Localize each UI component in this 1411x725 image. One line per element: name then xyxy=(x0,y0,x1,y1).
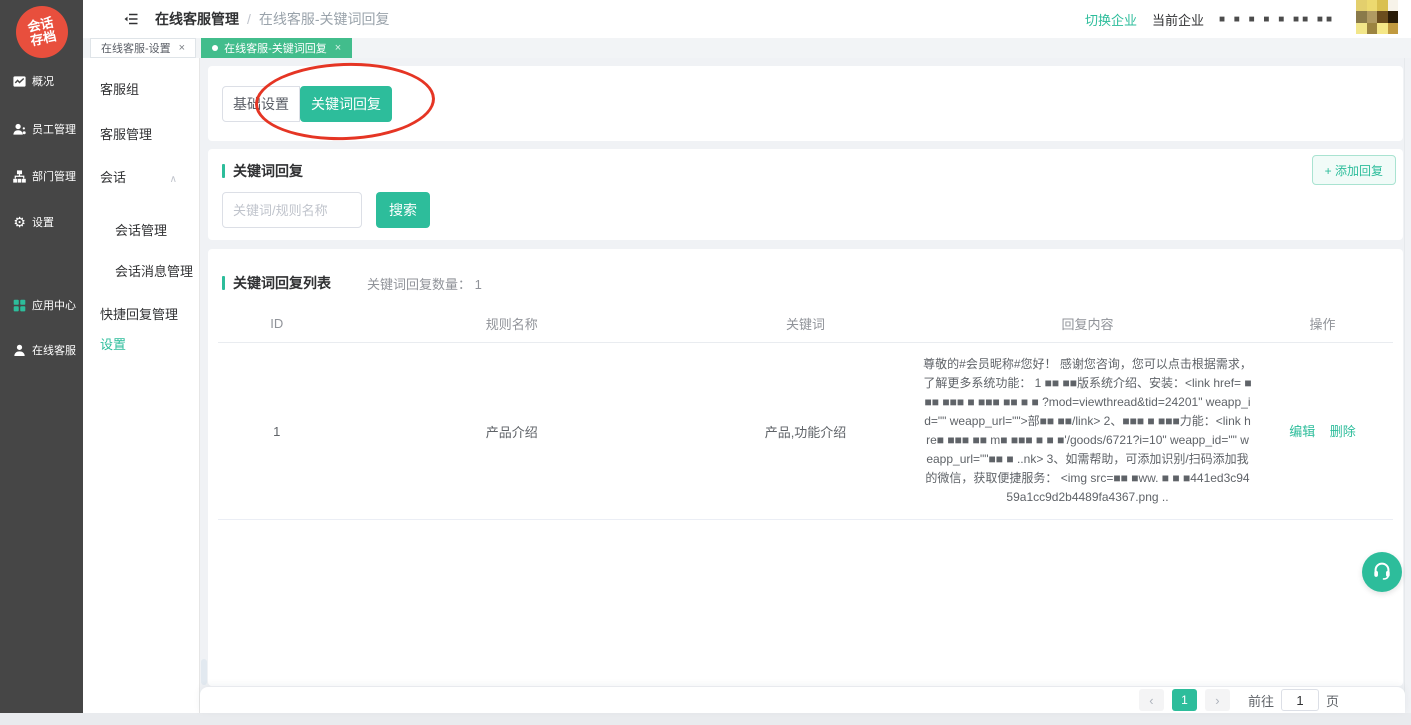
window-bottom-strip xyxy=(0,713,1411,725)
apps-grid-icon xyxy=(12,298,27,313)
column-header-reply-content: 回复内容 xyxy=(923,314,1252,333)
content-edge-divider xyxy=(1404,58,1405,713)
keyword-search-input[interactable] xyxy=(222,192,362,228)
cell-keywords: 产品,功能介绍 xyxy=(688,422,923,441)
basic-settings-button[interactable]: 基础设置 xyxy=(222,86,300,122)
add-reply-button[interactable]: + 添加回复 xyxy=(1312,155,1396,185)
section-title: 关键词回复 xyxy=(222,161,303,181)
org-hierarchy-icon xyxy=(12,169,27,184)
sidebar-item-app-center[interactable]: 应用中心 xyxy=(0,294,83,316)
breadcrumb-root[interactable]: 在线客服管理 xyxy=(155,9,239,29)
column-header-id: ID xyxy=(218,316,336,331)
cell-reply-content: 尊敬的#会员昵称#您好！ 感谢您咨询，您可以点击根据需求，了解更多系统功能： 1… xyxy=(923,355,1252,507)
keyword-reply-list-panel: 关键词回复列表 关键词回复数量： 1 ID 规则名称 关键词 回复内容 操作 1… xyxy=(208,249,1403,686)
list-header: 关键词回复列表 关键词回复数量： 1 xyxy=(222,273,482,293)
title-accent-bar xyxy=(222,164,225,178)
next-page-button[interactable]: › xyxy=(1205,689,1230,711)
goto-page-group: 前往 页 xyxy=(1248,689,1339,711)
goto-label: 前往 xyxy=(1248,691,1274,710)
cell-actions: 编辑 删除 xyxy=(1252,421,1393,441)
active-dot-icon xyxy=(212,45,218,51)
table-row: 1 产品介绍 产品,功能介绍 尊敬的#会员昵称#您好！ 感谢您咨询，您可以点击根… xyxy=(218,343,1393,520)
page-unit-label: 页 xyxy=(1326,691,1339,710)
switch-company-link[interactable]: 切换企业 xyxy=(1085,10,1137,29)
app-logo-text: 会话存档 xyxy=(26,16,57,49)
sidebar-item-label: 员工管理 xyxy=(32,121,76,137)
column-header-actions: 操作 xyxy=(1252,314,1393,333)
list-title: 关键词回复列表 xyxy=(222,273,331,293)
search-button[interactable]: 搜索 xyxy=(376,192,430,228)
title-accent-bar xyxy=(222,276,225,290)
tab-online-service-settings[interactable]: 在线客服-设置 × xyxy=(90,38,196,58)
sidebar-item-departments[interactable]: 部门管理 xyxy=(0,165,83,187)
company-name-redacted: ■ ■ ■ ■ ■ ■■ ■■ xyxy=(1219,14,1335,25)
menu-item-service-groups[interactable]: 客服组 xyxy=(100,79,139,98)
agent-person-icon xyxy=(12,343,27,358)
table-header-row: ID 规则名称 关键词 回复内容 操作 xyxy=(218,305,1393,343)
tab-keyword-reply[interactable]: 在线客服-关键词回复 × xyxy=(201,38,352,58)
menu-item-sessions[interactable]: 会话 ∧ xyxy=(100,167,177,186)
avatar[interactable] xyxy=(1356,0,1398,34)
pagination-footer: ‹ 1 › 前往 页 xyxy=(200,687,1405,713)
staff-icon xyxy=(12,122,27,137)
menu-item-service-management[interactable]: 客服管理 xyxy=(100,124,152,143)
app-logo: 会话存档 xyxy=(16,6,68,58)
sidebar-item-overview[interactable]: 概况 xyxy=(0,70,83,92)
breadcrumb-separator: / xyxy=(247,11,251,27)
sidebar-item-settings[interactable]: ⚙ 设置 xyxy=(0,211,83,233)
open-tabs-bar: 在线客服-设置 × 在线客服-关键词回复 × xyxy=(83,38,1411,58)
scrollbar-thumb[interactable] xyxy=(201,659,207,685)
settings-tabs-panel: 基础设置 关键词回复 xyxy=(208,66,1403,141)
tab-label: 在线客服-设置 xyxy=(101,40,171,56)
floating-support-button[interactable] xyxy=(1362,552,1402,592)
current-page-button[interactable]: 1 xyxy=(1172,689,1197,711)
goto-page-input[interactable] xyxy=(1281,689,1319,711)
current-company-label: 当前企业 xyxy=(1152,10,1204,29)
trend-chart-icon xyxy=(12,74,27,89)
menu-collapse-icon[interactable] xyxy=(123,11,139,27)
chevron-up-icon: ∧ xyxy=(170,174,177,185)
menu-item-quick-replies[interactable]: 快捷回复管理 xyxy=(100,304,178,323)
cell-id: 1 xyxy=(218,424,336,439)
headset-icon xyxy=(1371,559,1393,586)
prev-page-button[interactable]: ‹ xyxy=(1139,689,1164,711)
sidebar-item-staff[interactable]: 员工管理 xyxy=(0,118,83,140)
menu-item-session-messages[interactable]: 会话消息管理 xyxy=(115,261,193,280)
close-icon[interactable]: × xyxy=(335,42,341,54)
primary-sidebar: 会话存档 概况 员工管理 部门管理 ⚙ 设置 xyxy=(0,0,83,713)
tab-label: 在线客服-关键词回复 xyxy=(224,40,327,56)
edit-link[interactable]: 编辑 xyxy=(1289,424,1315,439)
app-window: 会话存档 概况 员工管理 部门管理 ⚙ 设置 xyxy=(0,0,1411,725)
keyword-search-panel: 关键词回复 + 添加回复 搜索 xyxy=(208,149,1403,240)
breadcrumb-current: 在线客服-关键词回复 xyxy=(259,9,390,29)
sidebar-item-label: 应用中心 xyxy=(32,297,76,313)
sidebar-item-label: 概况 xyxy=(32,73,54,89)
sidebar-item-label: 部门管理 xyxy=(32,168,76,184)
sidebar-item-label: 在线客服 xyxy=(32,342,76,358)
pagination: ‹ 1 › 前往 页 xyxy=(1139,689,1339,711)
cell-rule-name: 产品介绍 xyxy=(336,422,689,441)
keyword-reply-table: ID 规则名称 关键词 回复内容 操作 1 产品介绍 产品,功能介绍 尊敬的#会… xyxy=(218,305,1393,520)
header-right-cluster: 切换企业 当前企业 ■ ■ ■ ■ ■ ■■ ■■ xyxy=(1085,0,1335,38)
gear-icon: ⚙ xyxy=(12,215,27,230)
breadcrumb: 在线客服管理 / 在线客服-关键词回复 xyxy=(155,0,390,38)
close-icon[interactable]: × xyxy=(179,42,185,54)
column-header-rule-name: 规则名称 xyxy=(336,314,689,333)
menu-item-settings-active[interactable]: 设置 xyxy=(100,334,126,353)
menu-item-session-management[interactable]: 会话管理 xyxy=(115,220,167,239)
keyword-reply-button[interactable]: 关键词回复 xyxy=(300,86,392,122)
column-header-keywords: 关键词 xyxy=(688,314,923,333)
sidebar-item-label: 设置 xyxy=(32,214,54,230)
delete-link[interactable]: 删除 xyxy=(1330,424,1356,439)
sidebar-item-online-service[interactable]: 在线客服 xyxy=(0,339,83,361)
secondary-sidebar: 客服组 客服管理 会话 ∧ 会话管理 会话消息管理 快捷回复管理 设置 xyxy=(83,58,200,713)
reply-count-text: 关键词回复数量： 1 xyxy=(367,274,482,293)
top-header: 在线客服管理 / 在线客服-关键词回复 切换企业 当前企业 ■ ■ ■ ■ ■ … xyxy=(83,0,1411,38)
